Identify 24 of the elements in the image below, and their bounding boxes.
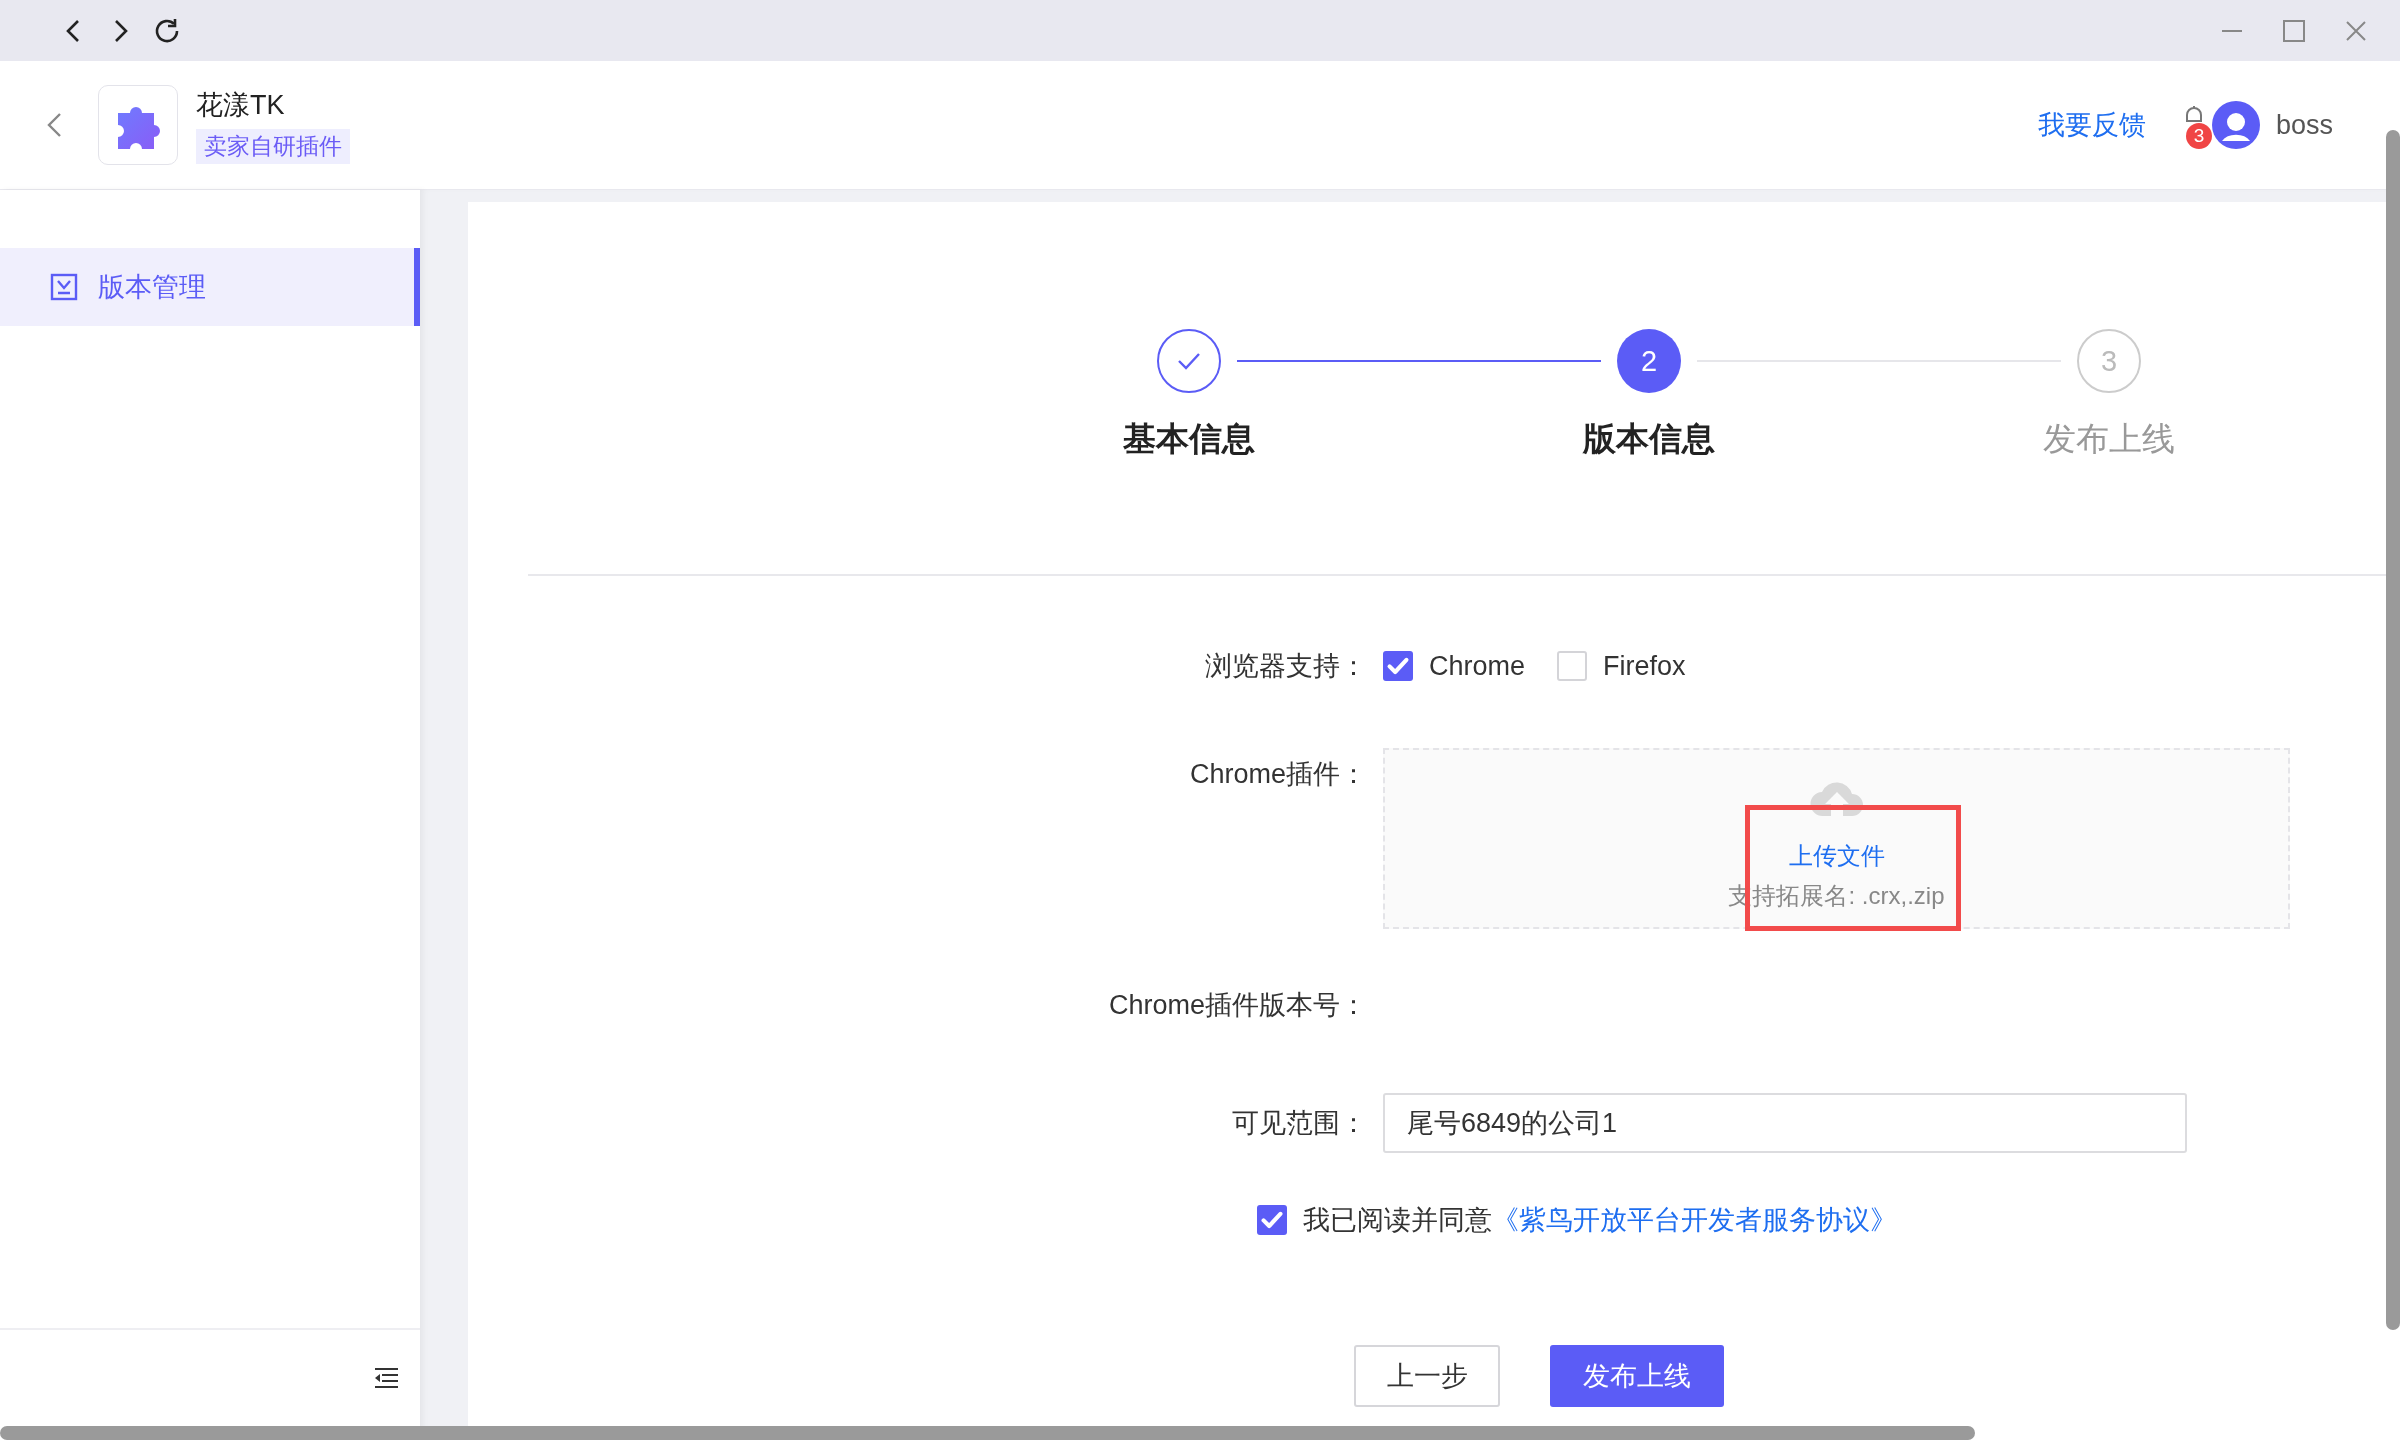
visibility-field[interactable]: 尾号6849的公司1: [1383, 1093, 2187, 1153]
step-label: 基本信息: [1122, 419, 1256, 459]
publish-button[interactable]: 发布上线: [1550, 1345, 1724, 1407]
upload-link[interactable]: 上传文件: [1788, 840, 1885, 872]
sidebar-item[interactable]: 版本管理: [0, 248, 420, 326]
form-label: Chrome插件：: [1188, 758, 1367, 791]
checkbox-label: Chrome: [1429, 650, 1526, 682]
step-label: 发布上线: [2042, 419, 2176, 459]
form-label: 可见范围：: [1231, 1107, 1367, 1140]
notification-badge: 3: [2185, 123, 2212, 149]
step-circle: 2: [1617, 329, 1681, 393]
user-name: boss: [2275, 109, 2333, 141]
notification-button[interactable]: 3: [2175, 103, 2212, 147]
step-label: 版本信息: [1581, 419, 1716, 459]
form-label: Chrome插件版本号：: [1107, 989, 1367, 1022]
form-label: 浏览器支持：: [1204, 650, 1367, 683]
checkbox-label: Firefox: [1603, 650, 1686, 682]
app-title: 花漾TK: [196, 88, 285, 122]
agreement-link[interactable]: 《紫鸟开放平台开发者服务协议》: [1492, 1205, 1897, 1235]
step-circle: 3: [2077, 329, 2141, 393]
agreement-text: 我已阅读并同意《紫鸟开放平台开发者服务协议》: [1303, 1204, 1897, 1237]
feedback-link[interactable]: 我要反馈: [2037, 107, 2146, 143]
plugin-type-tag: 卖家自研插件: [196, 128, 350, 164]
previous-step-button[interactable]: 上一步: [1354, 1345, 1500, 1407]
